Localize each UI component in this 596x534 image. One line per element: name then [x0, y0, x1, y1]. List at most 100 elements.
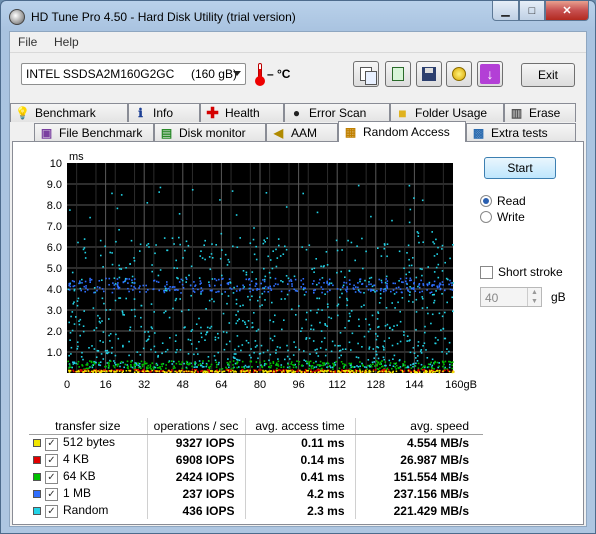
download-button[interactable]: ↓: [477, 61, 503, 87]
data-point: [422, 283, 424, 285]
data-point: [242, 304, 244, 307]
copy-screenshot-button[interactable]: [385, 61, 411, 87]
write-radio[interactable]: Write: [480, 209, 580, 225]
data-point: [452, 310, 454, 313]
data-point: [437, 276, 440, 279]
tab-health[interactable]: ✚ Health: [200, 103, 284, 122]
data-point: [257, 357, 259, 360]
menu-help[interactable]: Help: [54, 35, 79, 49]
results-table: transfer size operations / sec avg. acce…: [29, 418, 483, 519]
transfer-size-cell[interactable]: ✓ Random: [29, 502, 148, 519]
data-point: [398, 359, 401, 362]
data-point: [167, 361, 170, 363]
data-point: [237, 345, 240, 348]
series-checkbox[interactable]: ✓: [45, 454, 58, 468]
data-point: [280, 366, 282, 368]
data-point: [368, 281, 370, 283]
data-point: [157, 281, 160, 283]
data-point: [386, 280, 389, 282]
data-point: [168, 289, 171, 292]
data-point: [119, 365, 121, 368]
data-point: [359, 278, 361, 281]
tab-folder-usage[interactable]: ■ Folder Usage: [390, 103, 504, 122]
tab-erase[interactable]: ▥ Erase: [504, 103, 576, 122]
data-point: [169, 337, 171, 339]
exit-button[interactable]: Exit: [521, 63, 575, 87]
data-point: [162, 362, 164, 365]
transfer-size-cell[interactable]: ✓ 1 MB: [29, 485, 148, 502]
data-point: [69, 339, 71, 341]
series-checkbox[interactable]: ✓: [45, 505, 58, 519]
maximize-button[interactable]: □: [519, 1, 545, 21]
health-cross-icon: ✚: [206, 105, 219, 122]
save-button[interactable]: [416, 61, 442, 87]
data-point: [395, 287, 398, 289]
start-button[interactable]: Start: [484, 157, 556, 179]
access-time-cell: 2.3 ms: [245, 502, 356, 519]
data-point: [421, 369, 424, 371]
data-point: [269, 366, 272, 369]
tab-error-scan[interactable]: ● Error Scan: [284, 103, 390, 122]
tab-extra-tests[interactable]: ▩ Extra tests: [466, 123, 576, 142]
data-point: [408, 264, 411, 267]
data-point: [319, 360, 322, 363]
data-point: [165, 289, 168, 292]
close-button[interactable]: ✕: [545, 1, 589, 21]
data-point: [334, 370, 336, 372]
data-point: [161, 365, 163, 368]
tab-info[interactable]: ℹ Info: [128, 103, 200, 122]
transfer-size-cell[interactable]: ✓ 4 KB: [29, 451, 148, 468]
data-point: [421, 290, 423, 293]
data-point: [107, 361, 110, 364]
tab-disk-monitor[interactable]: ▤ Disk monitor: [154, 123, 266, 142]
data-point: [335, 239, 338, 242]
spin-up-icon: ▲: [531, 289, 538, 296]
short-stroke-size-input[interactable]: 40 ▲ ▼: [480, 287, 542, 307]
tab-benchmark[interactable]: 💡 Benchmark: [10, 103, 128, 122]
title-bar[interactable]: HD Tune Pro 4.50 - Hard Disk Utility (tr…: [1, 1, 595, 31]
copy-info-button[interactable]: [353, 61, 379, 87]
data-point: [308, 367, 311, 370]
data-point: [249, 284, 251, 286]
spin-arrows[interactable]: ▲ ▼: [527, 288, 541, 306]
data-point: [323, 337, 326, 339]
data-point: [425, 349, 427, 351]
data-point: [315, 366, 318, 368]
options-button[interactable]: [446, 61, 472, 87]
data-point: [254, 346, 257, 348]
data-point: [78, 320, 80, 322]
data-point: [292, 366, 295, 369]
series-checkbox[interactable]: ✓: [45, 437, 58, 451]
data-point: [397, 366, 400, 369]
data-point: [429, 292, 431, 294]
transfer-size-cell[interactable]: ✓ 64 KB: [29, 468, 148, 485]
data-point: [253, 227, 255, 229]
data-point: [110, 352, 113, 354]
data-point: [176, 267, 178, 269]
menu-file[interactable]: File: [18, 35, 37, 49]
data-point: [215, 361, 218, 364]
data-point: [127, 367, 129, 370]
data-point: [393, 354, 396, 357]
data-point: [255, 245, 257, 248]
data-point: [343, 281, 345, 284]
data-point: [393, 362, 395, 365]
tab-file-benchmark[interactable]: ▣ File Benchmark: [34, 123, 154, 142]
tab-random-access[interactable]: ▦ Random Access: [338, 121, 466, 142]
series-checkbox[interactable]: ✓: [45, 488, 58, 502]
minimize-button[interactable]: ▁: [492, 1, 519, 21]
short-stroke-checkbox[interactable]: Short stroke: [480, 264, 580, 280]
data-point: [267, 287, 270, 290]
data-point: [263, 370, 265, 373]
data-point: [307, 369, 310, 372]
data-point: [305, 291, 307, 293]
drive-select[interactable]: INTEL SSDSA2M160G2GC (160 gB): [21, 63, 246, 85]
temperature-readout: – °C: [267, 67, 291, 81]
read-radio[interactable]: Read: [480, 193, 580, 209]
series-checkbox[interactable]: ✓: [45, 471, 58, 485]
transfer-size-cell[interactable]: ✓ 512 bytes: [29, 434, 148, 451]
tab-aam[interactable]: ◀ AAM: [266, 123, 338, 142]
disk-monitor-icon: ▤: [160, 126, 173, 140]
data-point: [124, 363, 127, 366]
data-point: [76, 341, 79, 343]
